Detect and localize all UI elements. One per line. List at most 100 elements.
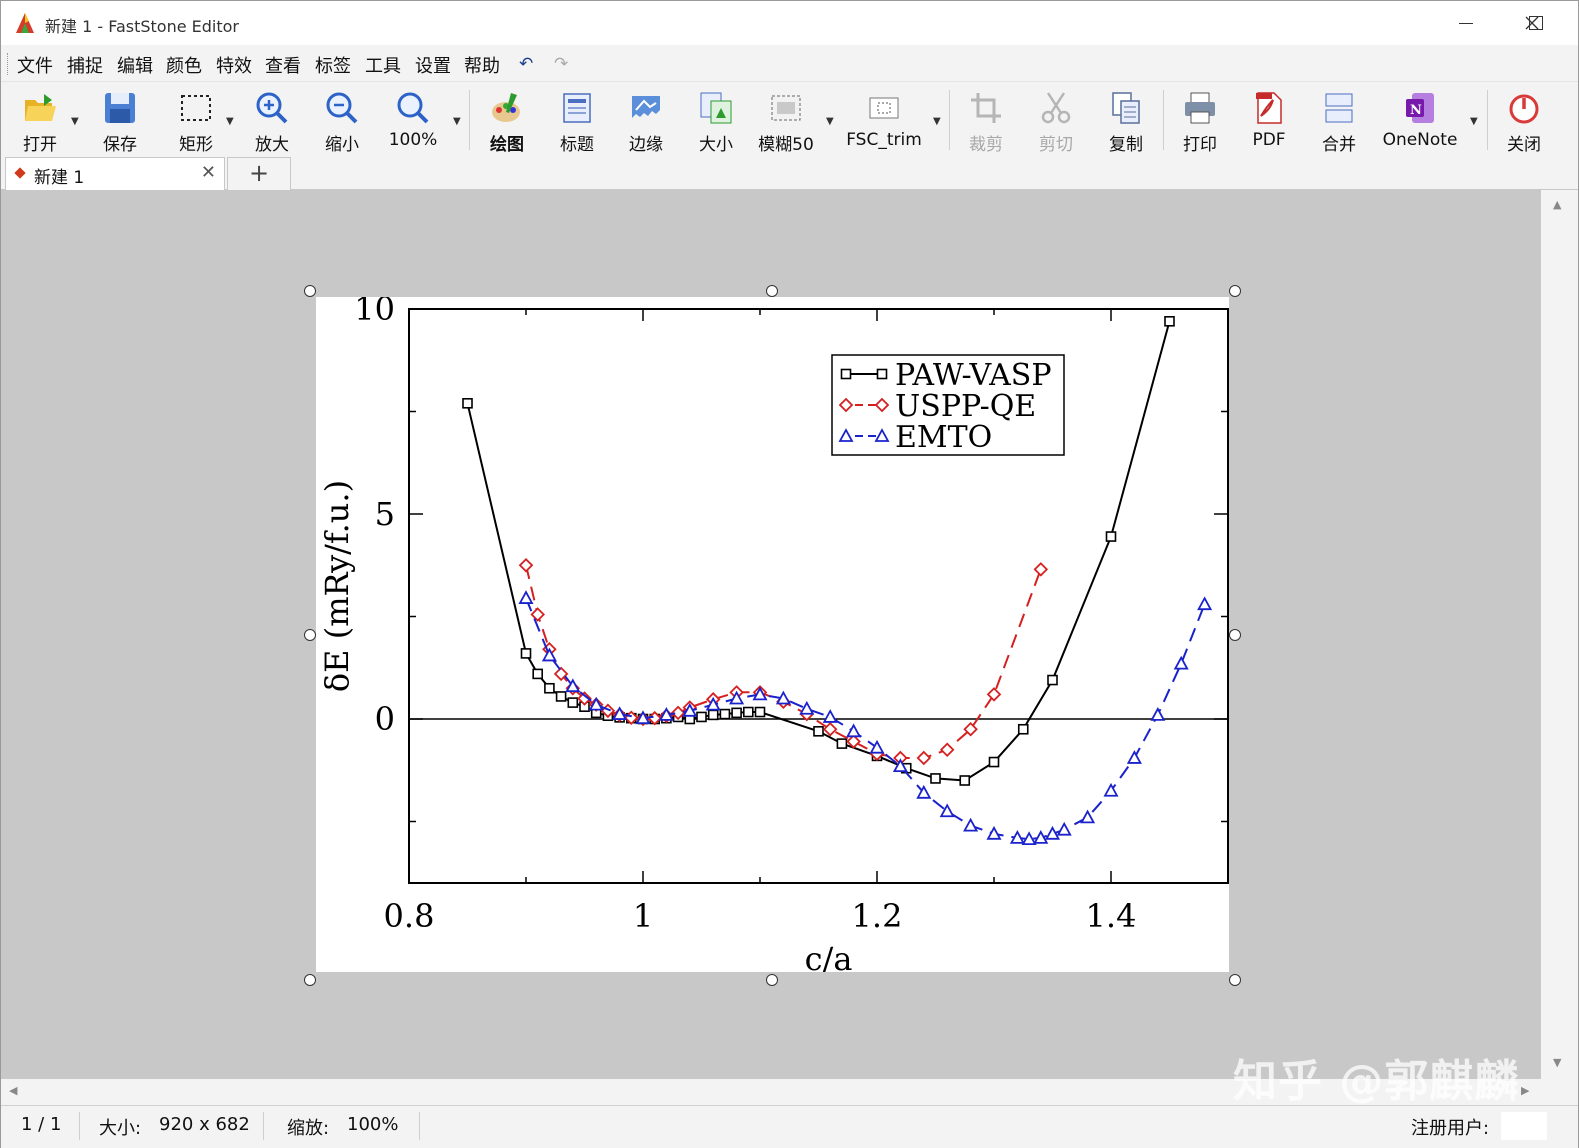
rectangle-select-button[interactable]: 矩形 — [161, 86, 231, 155]
data-point-paw-vasp — [930, 773, 941, 784]
data-point-uspp-qe — [986, 687, 1002, 702]
scroll-up-icon[interactable]: ▲ — [1553, 198, 1561, 211]
fsc-trim-button[interactable]: FSC_trim — [846, 86, 922, 152]
edge-effect-icon — [632, 96, 660, 118]
legend-label: PAW-VASP — [895, 358, 1052, 393]
blur-dropdown-icon[interactable]: ▼ — [826, 116, 834, 127]
menu-view[interactable]: 查看 — [265, 52, 301, 78]
size-label: 大小: — [99, 1118, 142, 1139]
zoom-dropdown-icon[interactable]: ▼ — [453, 116, 461, 127]
page-indicator: 1 / 1 — [21, 1114, 62, 1135]
legend-label: EMTO — [895, 420, 992, 455]
merge-button[interactable]: 合并 — [1304, 86, 1374, 155]
data-point-emto — [822, 709, 838, 723]
data-point-emto — [1197, 596, 1213, 611]
y-tick-label: 10 — [354, 297, 395, 328]
blur-button[interactable]: 模糊50 — [751, 86, 821, 155]
data-point-uspp-qe — [822, 721, 838, 737]
menu-bar: 文件 捕捉 编辑 颜色 特效 查看 标签 工具 设置 帮助 ↶ ↷ — [1, 45, 1578, 81]
zoom-100-button[interactable]: 100% — [378, 86, 448, 152]
data-point-paw-vasp — [707, 709, 719, 721]
menu-help[interactable]: 帮助 — [464, 52, 500, 78]
resize-handle-left[interactable] — [304, 629, 316, 641]
onenote-button[interactable]: N OneNote — [1383, 86, 1457, 152]
data-point-emto — [1056, 821, 1072, 836]
y-axis-label: δE (mRy/f.u.) — [318, 480, 356, 692]
x-tick-label: 0.8 — [384, 897, 435, 935]
save-button[interactable]: 保存 — [85, 86, 155, 155]
close-icon — [1525, 16, 1539, 30]
new-tab-button[interactable]: + — [227, 157, 291, 190]
data-point-emto — [846, 723, 862, 738]
y-tick-label: 0 — [375, 700, 395, 738]
tab-bar: 新建 1 ✕ + — [1, 155, 1578, 190]
data-point-paw-vasp — [544, 682, 555, 694]
menu-tools[interactable]: 工具 — [365, 52, 401, 78]
scroll-right-icon[interactable]: ▶ — [1521, 1084, 1529, 1097]
data-point-paw-vasp — [520, 648, 532, 659]
save-disk-icon — [105, 93, 135, 123]
onenote-dropdown-icon[interactable]: ▼ — [1470, 116, 1478, 127]
legend-marker — [876, 368, 888, 380]
menu-tabs[interactable]: 标签 — [315, 52, 351, 78]
pdf-icon — [1256, 92, 1282, 124]
menu-effects[interactable]: 特效 — [216, 52, 252, 78]
data-point-paw-vasp — [813, 725, 824, 737]
watermark: 知乎 @郭麒麟 — [1233, 1056, 1520, 1107]
resize-handle-bottom-right[interactable] — [1229, 974, 1241, 986]
x-axis-label: c/a — [805, 940, 853, 972]
title-bar: 新建 1 - FastStone Editor — [1, 1, 1578, 45]
legend-marker — [840, 368, 852, 380]
close-tool-button[interactable]: 关闭 — [1489, 86, 1559, 155]
data-point-paw-vasp — [742, 706, 754, 718]
rect-dropdown-icon[interactable]: ▼ — [226, 116, 234, 127]
chart-svg: 0.8 1 1.2 1.4 0 5 10 c/a δE (mRy/f.u.) PAW-VASPUS… — [318, 290, 1229, 978]
vertical-scrollbar[interactable]: ▲ ▼ — [1541, 190, 1578, 1079]
tab-document-1[interactable]: 新建 1 ✕ — [5, 157, 225, 190]
undo-icon[interactable]: ↶ — [519, 54, 533, 74]
resize-handle-top-right[interactable] — [1229, 285, 1241, 297]
data-point-emto — [799, 700, 815, 715]
redo-icon[interactable]: ↷ — [554, 54, 568, 74]
trim-dropdown-icon[interactable]: ▼ — [933, 116, 941, 127]
menu-settings[interactable]: 设置 — [415, 52, 451, 78]
close-tab-icon[interactable]: ✕ — [201, 162, 216, 183]
data-point-emto — [1150, 707, 1166, 721]
data-point-emto — [518, 590, 534, 604]
resize-handle-top-left[interactable] — [304, 285, 316, 297]
open-dropdown-icon[interactable]: ▼ — [71, 116, 79, 127]
data-point-emto — [1126, 750, 1142, 764]
menu-color[interactable]: 颜色 — [166, 52, 202, 78]
power-icon — [1509, 94, 1539, 124]
copy-button[interactable]: 复制 — [1091, 86, 1161, 155]
open-button[interactable]: 打开 — [5, 86, 75, 155]
data-point-paw-vasp — [567, 697, 579, 708]
close-window-button[interactable] — [1497, 1, 1567, 45]
x-tick-label: 1.4 — [1086, 897, 1137, 935]
app-window: 新建 1 - FastStone Editor 文件 捕捉 编辑 颜色 特效 查… — [0, 0, 1579, 1148]
resize-handle-bottom[interactable] — [766, 974, 778, 986]
palette-draw-icon — [492, 93, 520, 122]
resize-handle-top[interactable] — [766, 285, 778, 297]
minimize-button[interactable] — [1431, 1, 1501, 45]
scroll-down-icon[interactable]: ▼ — [1553, 1056, 1561, 1069]
data-point-uspp-qe — [518, 557, 534, 573]
resize-handle-bottom-left[interactable] — [304, 974, 316, 986]
data-point-paw-vasp — [1164, 315, 1175, 327]
x-tick-label: 1.2 — [852, 897, 903, 935]
menu-capture[interactable]: 捕捉 — [67, 52, 103, 78]
scroll-left-icon[interactable]: ◀ — [9, 1084, 17, 1097]
data-point-paw-vasp — [1105, 531, 1117, 542]
resize-handle-right[interactable] — [1229, 629, 1241, 641]
modified-marker-icon — [14, 167, 26, 179]
printer-icon — [1185, 92, 1215, 124]
app-logo-icon — [16, 13, 34, 33]
data-point-emto — [963, 817, 979, 832]
plot-frame — [408, 308, 1229, 884]
menu-file[interactable]: 文件 — [17, 52, 53, 78]
scissors-icon — [1041, 92, 1071, 124]
status-separator — [263, 1112, 264, 1140]
zoom-out-button[interactable]: 缩小 — [307, 86, 377, 155]
data-point-paw-vasp — [959, 775, 971, 786]
menu-edit[interactable]: 编辑 — [117, 52, 153, 78]
